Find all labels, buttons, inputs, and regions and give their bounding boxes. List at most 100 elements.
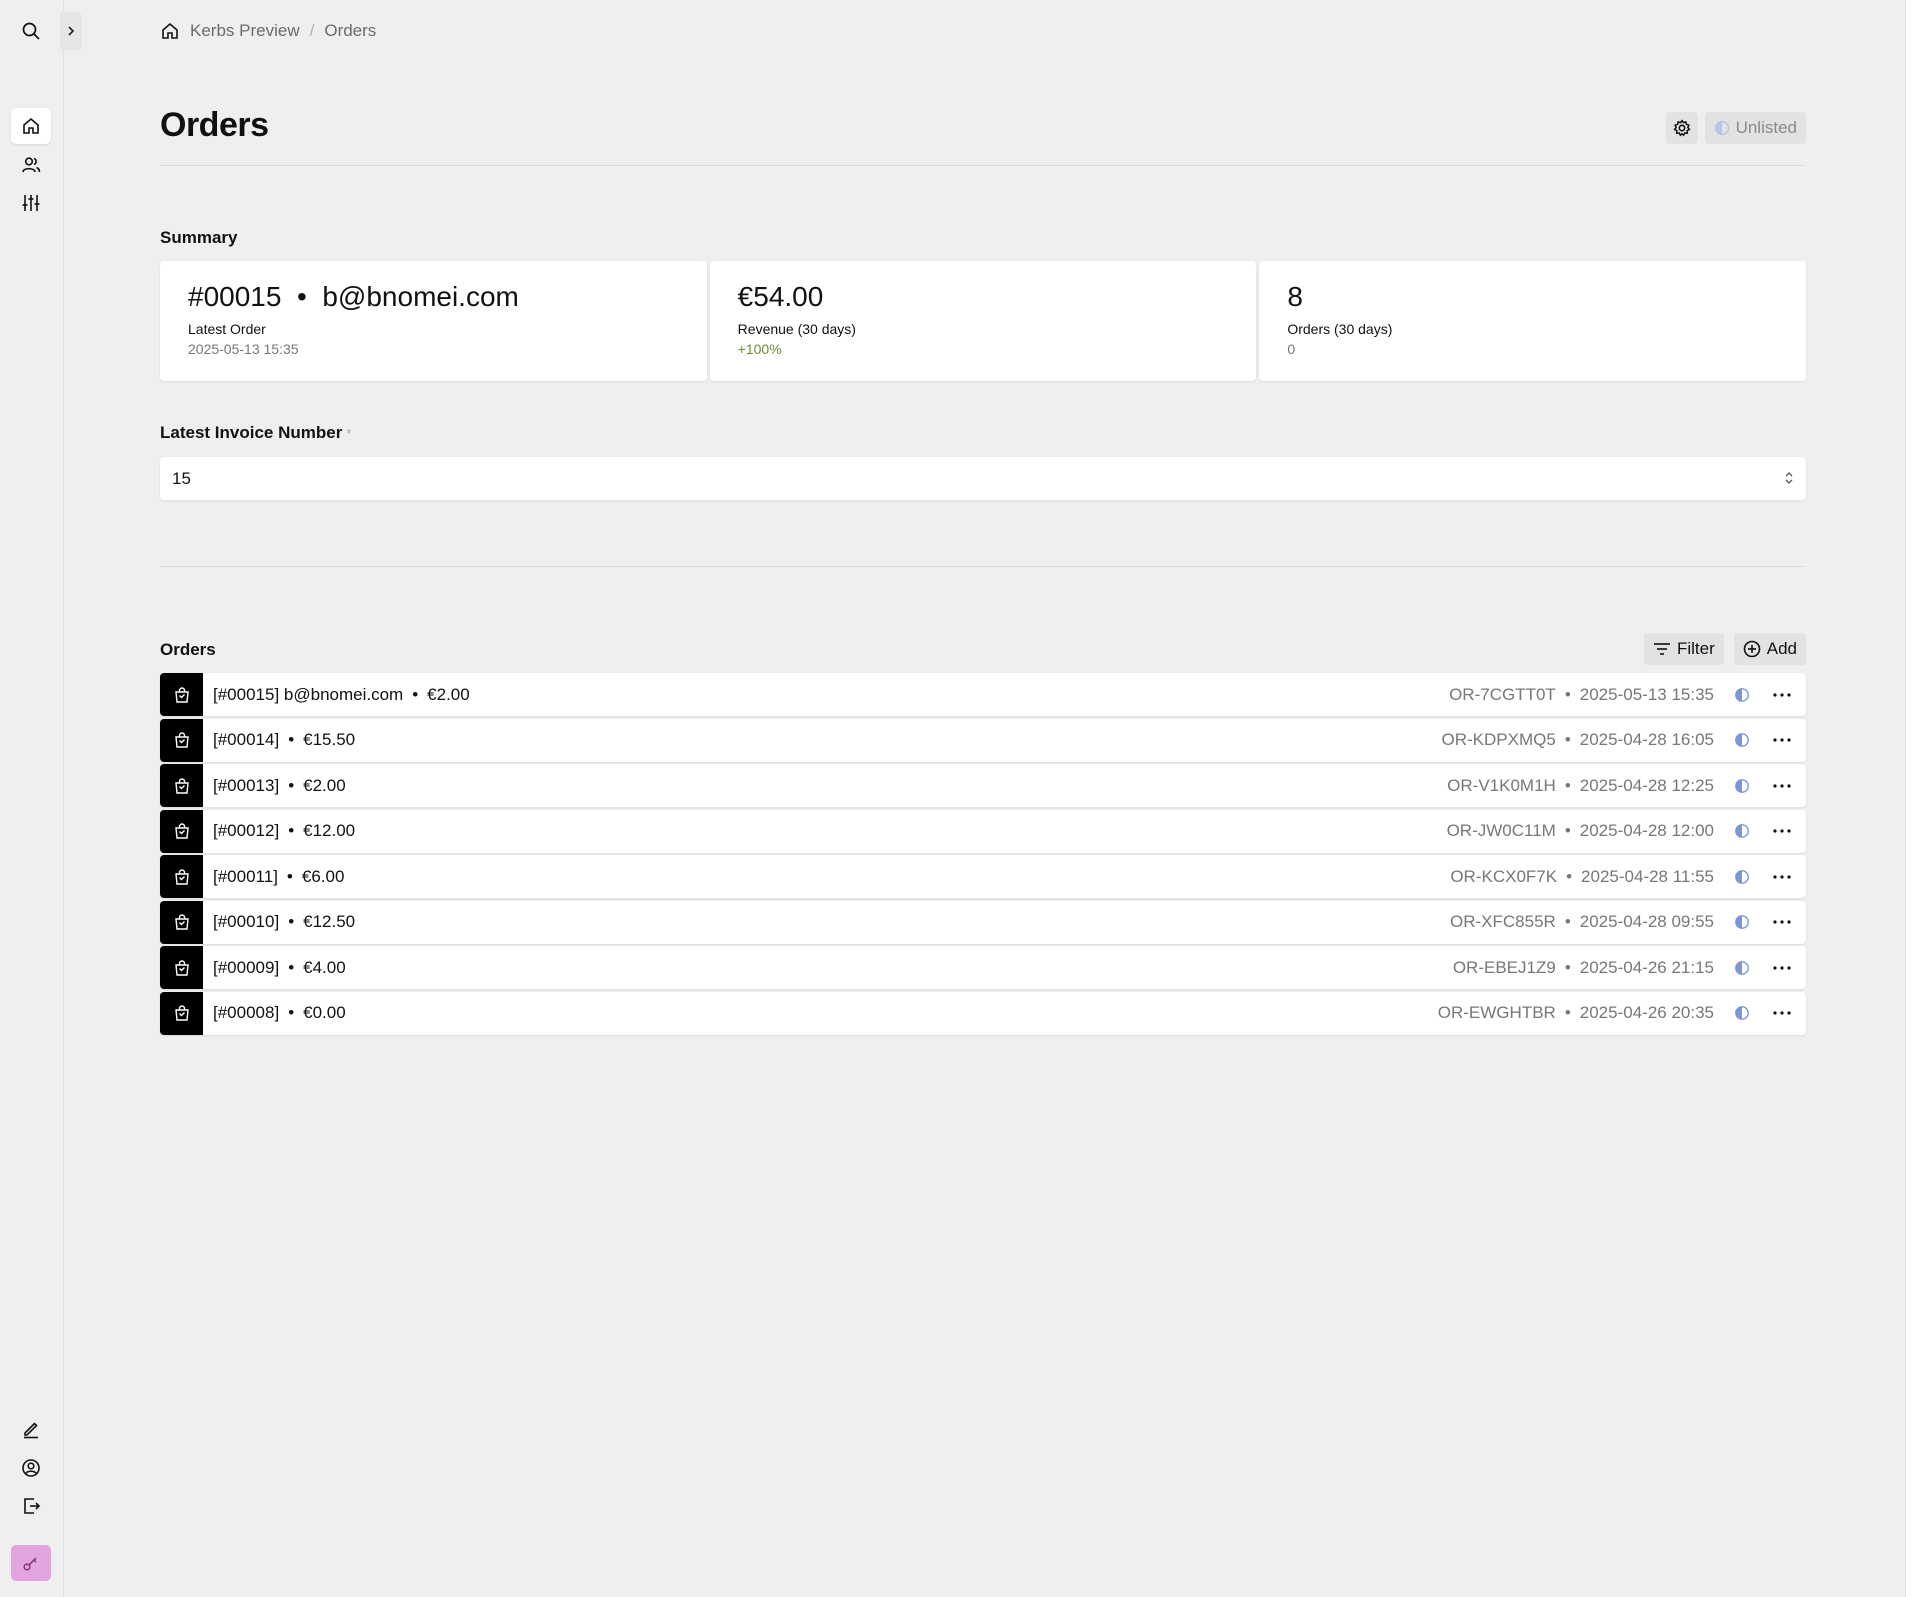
options-button[interactable] [1768,956,1796,980]
shopping-bag-icon [174,868,189,885]
order-title: [#00009] • €4.00 [213,958,1453,978]
more-icon [1773,965,1791,970]
home-icon[interactable] [160,21,180,41]
sidebar-item-home[interactable] [11,108,51,144]
options-button[interactable] [1768,683,1796,707]
status-unlisted-icon [1735,778,1749,793]
options-button[interactable] [1768,865,1796,889]
search-button[interactable] [11,13,51,49]
sidebar-toggle[interactable] [60,12,82,50]
list-item[interactable]: [#00010] • €12.50 OR-XFC855R • 2025-04-28 09… [160,900,1806,944]
order-title: [#00008] • €0.00 [213,1003,1438,1023]
separator-dot: • [288,1003,295,1022]
order-label: [#00015] b@bnomei.com [213,684,404,704]
status-button[interactable]: Unlisted [1704,112,1806,144]
gear-icon [1673,119,1691,137]
list-item[interactable]: [#00012] • €12.00 OR-JW0C11M • 2025-04-28 12… [160,809,1806,853]
options-button[interactable] [1768,1001,1796,1025]
status-button[interactable] [1730,819,1754,843]
logout-button[interactable] [11,1488,51,1524]
order-id: OR-JW0C11M [1446,821,1556,840]
order-amount: €2.00 [427,684,470,704]
order-id: OR-EWGHTBR [1437,1003,1556,1022]
more-icon [1773,920,1791,924]
stat-label: Latest Order [188,321,266,337]
breadcrumb-current[interactable]: Orders [324,21,376,41]
sidebar-item-settings[interactable] [11,185,51,221]
separator-dot: • [288,957,295,977]
order-label: [#00008] [213,1003,280,1022]
shopping-bag-icon [174,959,189,976]
list-item[interactable]: [#00008] • €0.00 OR-EWGHTBR • 2025-04-26 20:… [160,991,1806,1035]
sidebar [0,0,64,1597]
separator-dot: • [288,821,295,840]
order-thumbnail [160,855,203,898]
options-button[interactable] [1768,728,1796,752]
order-info: OR-EWGHTBR • 2025-04-26 20:35 [1438,1003,1714,1023]
more-icon [1773,738,1791,742]
stepper-icon[interactable] [1784,470,1794,486]
order-thumbnail [160,991,203,1035]
sidebar-item-users[interactable] [11,147,51,183]
summary-stats: #00015 • b@bnomei.com Latest Order 2025-… [160,261,1807,381]
order-date: 2025-05-13 15:35 [1579,684,1714,704]
separator-dot: • [288,730,295,749]
settings-button[interactable] [1665,112,1698,144]
stat-value: #00015 • b@bnomei.com [188,281,519,312]
page-title: Orders [160,106,269,144]
list-item[interactable]: [#00009] • €4.00 OR-EBEJ1Z9 • 2025-04-26 21:… [160,946,1806,989]
invoice-number-value[interactable]: 15 [172,469,191,489]
list-item[interactable]: [#00014] • €15.50 OR-KDPXMQ5 • 2025-04-28 16… [160,718,1806,762]
order-info: OR-7CGTT0T • 2025-05-13 15:35 [1449,685,1714,705]
status-button[interactable] [1730,956,1754,980]
filter-label: Filter [1676,639,1715,658]
status-button[interactable] [1730,728,1754,752]
search-icon [22,22,40,40]
status-button[interactable] [1730,774,1754,798]
breadcrumb: Kerbs Preview / Orders [160,19,376,43]
order-title: [#00013] • €2.00 [213,776,1447,796]
order-id: OR-EBEJ1Z9 [1452,957,1556,977]
stat-info: 2025-05-13 15:35 [188,341,299,357]
invoice-number-input[interactable]: 15 [160,457,1806,500]
list-item[interactable]: [#00013] • €2.00 OR-V1K0M1H • 2025-04-28 12:… [160,764,1806,807]
invoice-number-label-text: Latest Invoice Number [160,423,343,442]
home-icon [23,117,39,134]
add-label: Add [1766,639,1797,658]
license-button[interactable] [11,1545,51,1581]
status-button[interactable] [1730,683,1754,707]
orders-section-header: Orders Filter Add [160,633,1806,665]
filter-icon [1653,643,1670,655]
status-button[interactable] [1730,1001,1754,1025]
order-info: OR-EBEJ1Z9 • 2025-04-26 21:15 [1453,958,1714,978]
status-button[interactable] [1730,865,1754,889]
edit-button[interactable] [11,1411,51,1447]
pencil-icon [24,1422,38,1439]
order-id: OR-KDPXMQ5 [1441,730,1556,749]
shopping-bag-icon [174,777,189,794]
account-button[interactable] [11,1450,51,1486]
order-label: [#00010] [213,912,280,931]
shopping-bag-icon [174,686,189,703]
status-unlisted-icon [1735,869,1749,884]
key-icon [23,1557,37,1571]
more-icon [1773,874,1791,879]
orders-actions: Filter Add [1643,633,1806,665]
order-thumbnail [160,946,203,989]
shopping-bag-icon [174,732,189,748]
stat-label: Revenue (30 days) [737,321,856,337]
order-label: [#00012] [213,821,280,840]
options-button[interactable] [1768,774,1796,798]
list-item[interactable]: [#00015] b@bnomei.com • €2.00 OR-7CGTT0T • 2… [160,673,1806,716]
separator-dot: • [412,684,419,704]
status-button[interactable] [1730,910,1754,934]
list-item[interactable]: [#00011] • €6.00 OR-KCX0F7K • 2025-04-28 11:… [160,855,1806,898]
stat-value: €54.00 [737,281,824,312]
add-button[interactable]: Add [1733,633,1806,665]
status-unlisted-icon [1735,687,1749,702]
order-amount: €6.00 [301,866,345,886]
options-button[interactable] [1768,819,1796,843]
filter-button[interactable]: Filter [1643,633,1724,665]
breadcrumb-site-link[interactable]: Kerbs Preview [190,21,300,41]
options-button[interactable] [1768,910,1796,934]
